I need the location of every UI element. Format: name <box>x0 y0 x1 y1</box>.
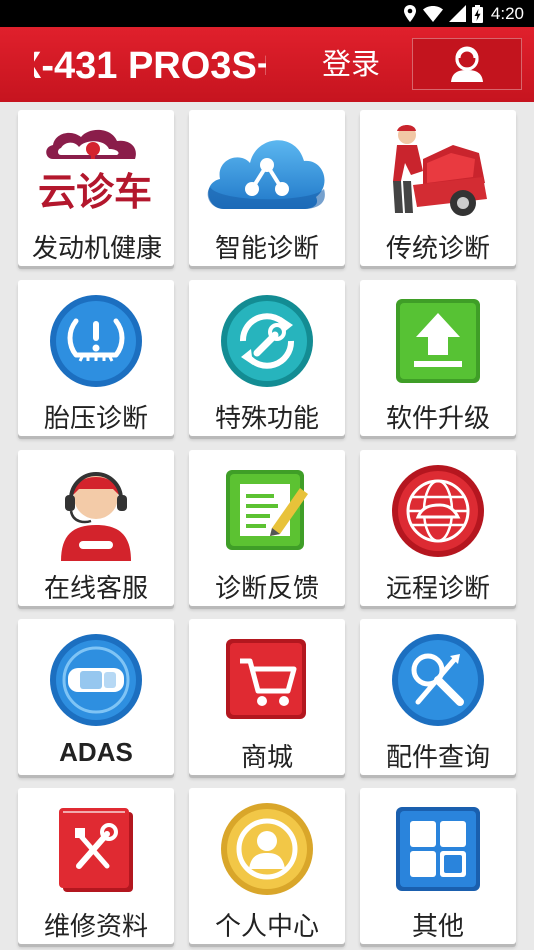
customer-service-icon <box>18 458 174 564</box>
tile-label: 传统诊断 <box>385 234 490 264</box>
tile-software-update[interactable]: 软件升级 <box>360 280 516 436</box>
tile-label: 其他 <box>411 912 464 942</box>
tile-label: 软件升级 <box>385 404 490 434</box>
tile-repair-info[interactable]: 维修资料 <box>18 788 174 944</box>
status-icons: 4:20 <box>403 4 524 23</box>
other-grid-icon <box>360 796 516 902</box>
yunzhenche-logo: 云诊车 <box>18 118 174 224</box>
tile-label: 个人中心 <box>214 912 319 942</box>
tile-personal-center[interactable]: 个人中心 <box>189 788 345 944</box>
tile-parts-search[interactable]: 配件查询 <box>360 619 516 775</box>
tile-label: 在线客服 <box>43 574 148 604</box>
user-avatar-icon <box>451 46 483 82</box>
tire-pressure-icon <box>18 288 174 394</box>
tile-label: 特殊功能 <box>214 404 319 434</box>
tile-special-functions[interactable]: 特殊功能 <box>189 280 345 436</box>
tile-adas[interactable]: ADAS <box>18 619 174 775</box>
tile-other[interactable]: 其他 <box>360 788 516 944</box>
status-bar: 4:20 <box>0 0 534 27</box>
tile-label: 配件查询 <box>385 743 490 773</box>
mechanic-car-icon <box>360 118 516 224</box>
tile-label: 智能诊断 <box>214 234 319 264</box>
adas-car-icon <box>18 627 174 733</box>
tile-engine-health[interactable]: 云诊车 发动机健康 <box>18 110 174 266</box>
parts-search-icon <box>360 627 516 733</box>
feedback-note-icon <box>189 458 345 564</box>
yunzhenche-logo-text: 云诊车 <box>38 170 152 214</box>
app-title: X-431 PRO3S+ V <box>34 45 266 87</box>
tile-label: 商城 <box>240 743 293 773</box>
wifi-icon <box>422 5 443 22</box>
status-time: 4:20 <box>490 3 524 23</box>
cloud-share-icon <box>189 118 345 224</box>
upload-arrow-icon <box>360 288 516 394</box>
signal-icon <box>448 5 466 22</box>
tile-label: 维修资料 <box>43 912 148 942</box>
tile-smart-diagnosis[interactable]: 智能诊断 <box>189 110 345 266</box>
wrench-refresh-icon <box>189 288 345 394</box>
tile-label: 胎压诊断 <box>43 404 148 434</box>
tile-tire-pressure[interactable]: 胎压诊断 <box>18 280 174 436</box>
app-header: X-431 PRO3S+ V 登录 <box>0 27 534 102</box>
login-link[interactable]: 登录 <box>322 27 380 102</box>
tile-label: ADAS <box>59 737 133 767</box>
shopping-cart-icon <box>189 627 345 733</box>
repair-manual-icon <box>18 796 174 902</box>
remote-car-globe-icon <box>360 458 516 564</box>
tile-label: 发动机健康 <box>32 234 163 264</box>
tile-label: 诊断反馈 <box>214 574 319 604</box>
tile-remote-diagnosis[interactable]: 远程诊断 <box>360 450 516 606</box>
tile-label: 远程诊断 <box>385 574 490 604</box>
profile-button[interactable] <box>412 38 522 90</box>
function-grid: 云诊车 发动机健康 智能诊断 传统诊断 胎压诊断 特殊功能 软件升级 在线客服 … <box>0 102 534 950</box>
tile-diagnosis-feedback[interactable]: 诊断反馈 <box>189 450 345 606</box>
tile-store[interactable]: 商城 <box>189 619 345 775</box>
tile-traditional-diagnosis[interactable]: 传统诊断 <box>360 110 516 266</box>
personal-center-icon <box>189 796 345 902</box>
tile-online-service[interactable]: 在线客服 <box>18 450 174 606</box>
battery-charging-icon <box>471 4 483 23</box>
location-icon <box>403 5 416 22</box>
